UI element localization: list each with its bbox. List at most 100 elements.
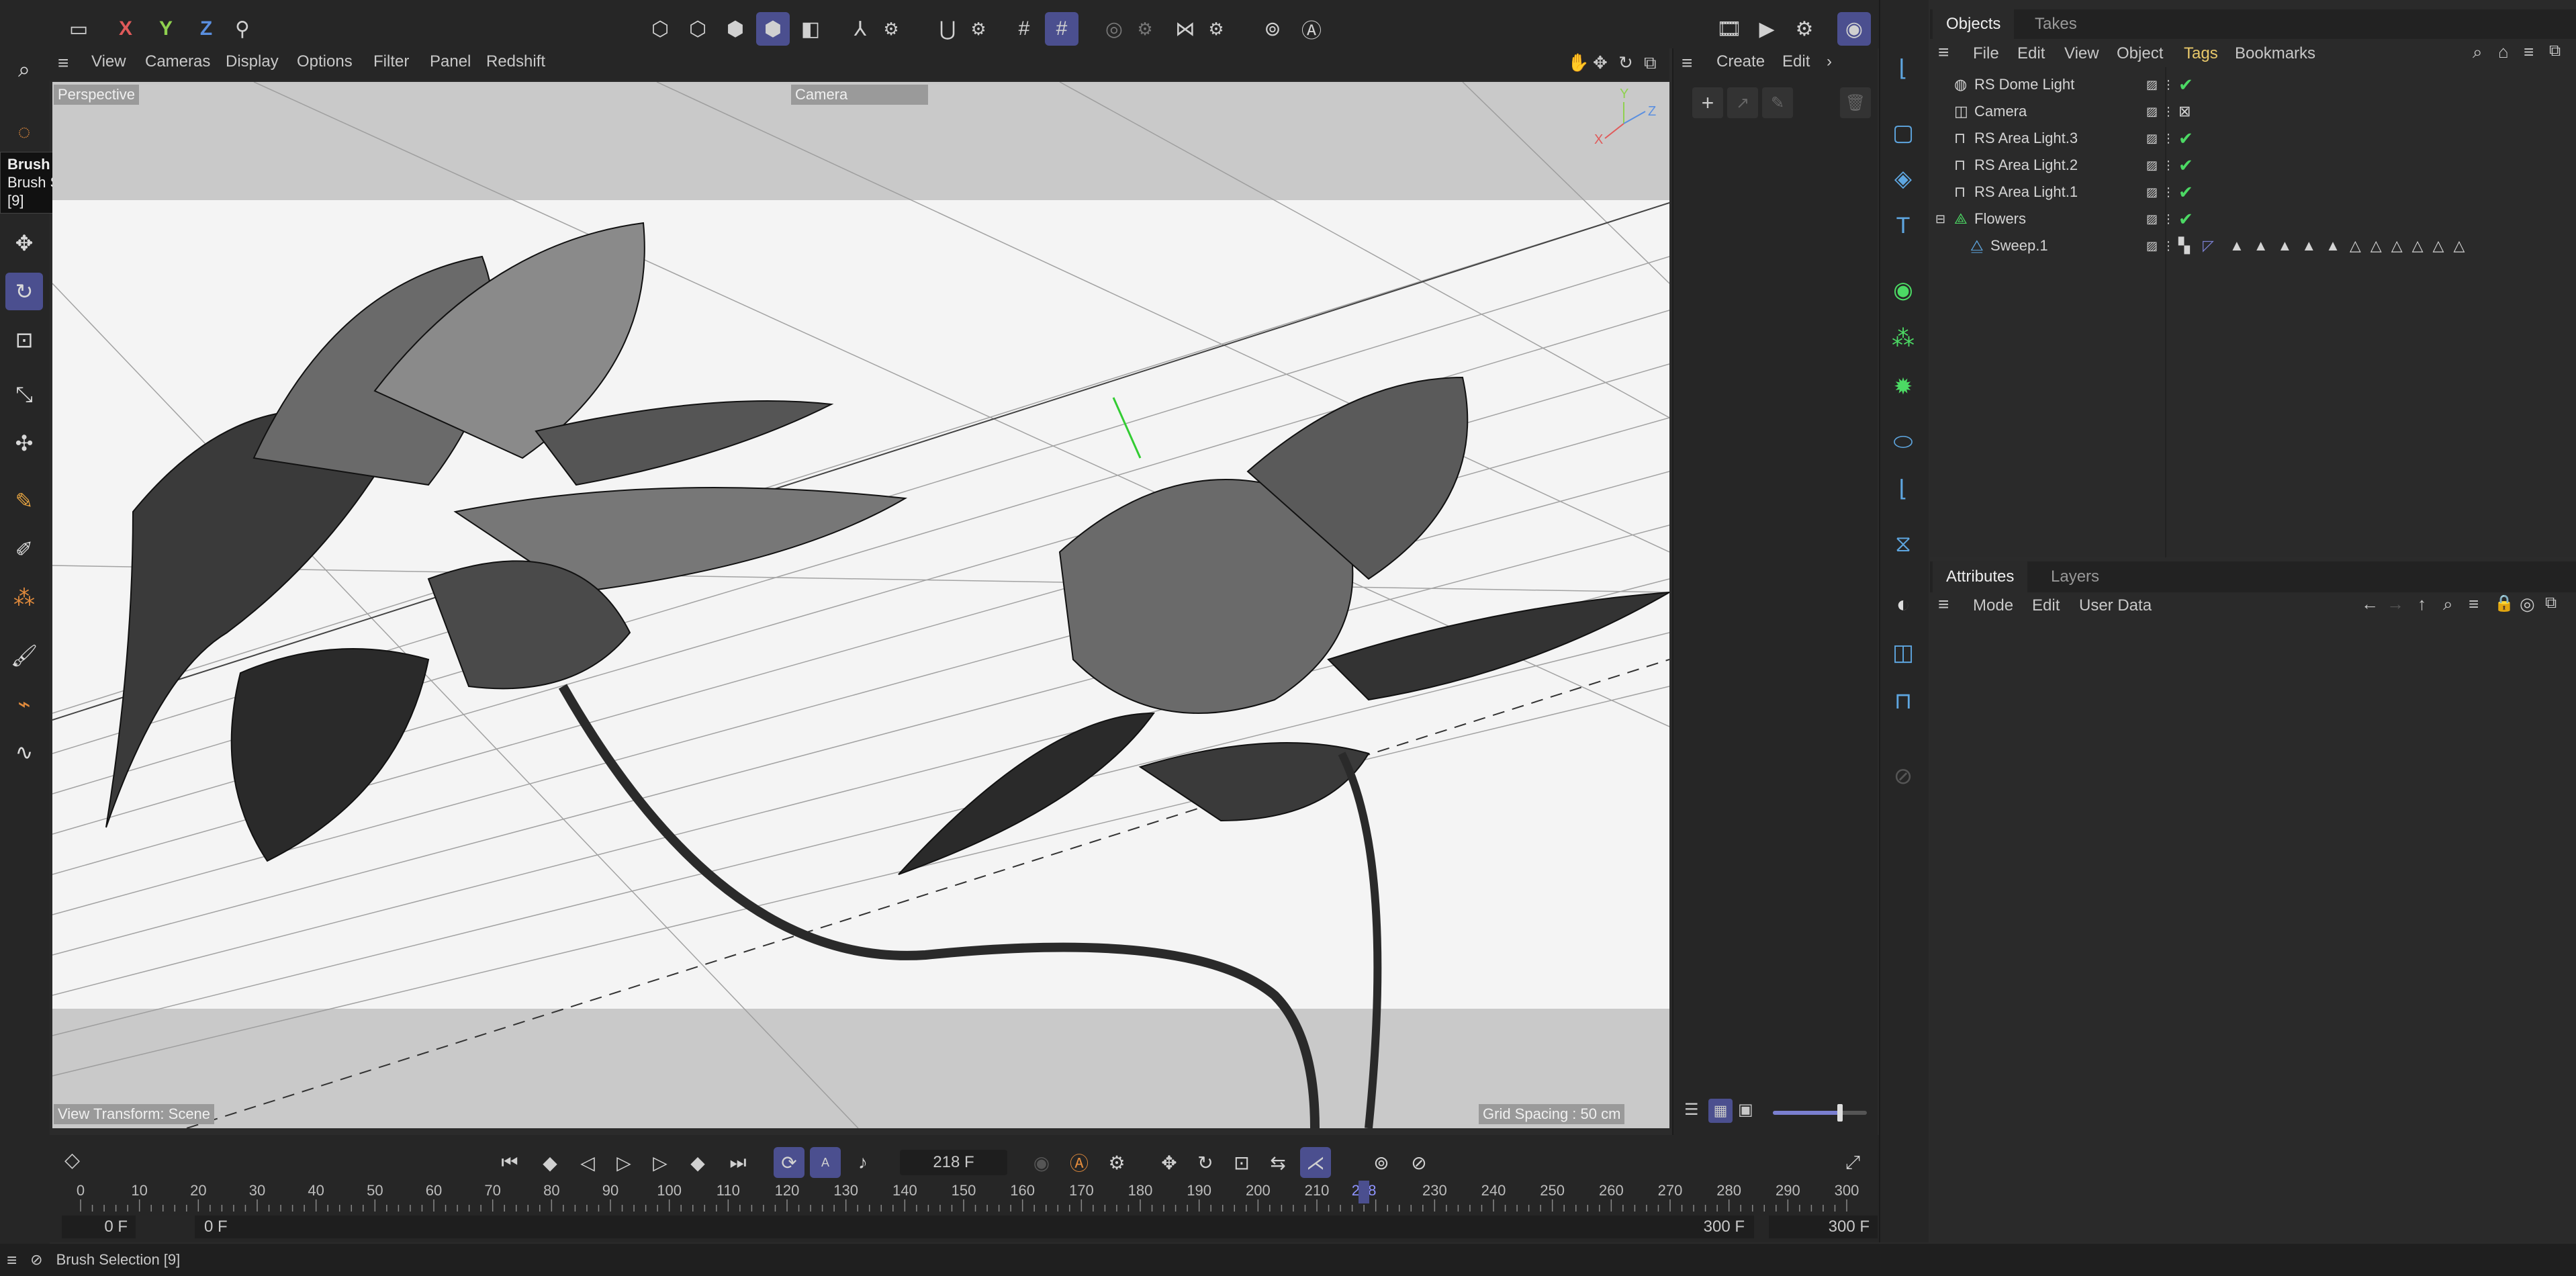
effector-icon[interactable]: ✹: [1884, 368, 1922, 406]
material-tag-icon[interactable]: ▚: [2178, 237, 2203, 255]
render-settings-icon[interactable]: ⚙: [1788, 12, 1821, 46]
key-rotation-icon[interactable]: ↻: [1190, 1147, 1221, 1178]
keyframe-icon[interactable]: ◇: [64, 1148, 80, 1172]
viewport-maximize-icon[interactable]: ⧉: [1644, 52, 1657, 74]
key-scale-icon[interactable]: ⊡: [1226, 1147, 1257, 1178]
create-hamburger-icon[interactable]: ≡: [1682, 52, 1692, 74]
workplane-icon[interactable]: #: [1007, 12, 1041, 46]
viewport-solo-icon[interactable]: ⊚: [1256, 12, 1289, 46]
enabled-check-icon[interactable]: ✔: [2178, 209, 2193, 230]
cube-outline-icon[interactable]: ▢: [1884, 114, 1922, 152]
cube-icon[interactable]: ◈: [1884, 160, 1922, 197]
spline-pen-icon[interactable]: ✎: [5, 482, 43, 520]
sound-icon[interactable]: ♪: [847, 1147, 878, 1178]
viewport-menu-panel[interactable]: Panel: [430, 52, 471, 71]
key-param-icon[interactable]: ⇆: [1262, 1147, 1293, 1178]
soft-selection-settings-icon[interactable]: ⚙: [1128, 12, 1162, 46]
object-row[interactable]: ⊓ RS Area Light.2 ▨ ⋮ ✔: [1931, 152, 2576, 179]
snap-settings-icon[interactable]: ⚙: [962, 12, 995, 46]
motion-clip-icon[interactable]: ⊘: [1404, 1147, 1434, 1178]
target-tag-icon[interactable]: ⊠: [2178, 103, 2191, 120]
icon-size-slider[interactable]: [1773, 1104, 1867, 1122]
preview-range-icon[interactable]: A: [810, 1147, 841, 1178]
add-icon[interactable]: +: [1692, 87, 1723, 118]
tab-attributes[interactable]: Attributes: [1933, 561, 2028, 592]
edit-flag-icon[interactable]: ▨: [2146, 78, 2162, 92]
edit-flag-icon[interactable]: ▨: [2146, 239, 2162, 253]
object-row[interactable]: ⊓ RS Area Light.3 ▨ ⋮ ✔: [1931, 125, 2576, 152]
motion-system-icon[interactable]: ⊚: [1366, 1147, 1397, 1178]
range-end-max-field[interactable]: 300 F: [1769, 1216, 1878, 1238]
viewport-menu-redshift[interactable]: Redshift: [486, 52, 545, 71]
objects-menu-edit[interactable]: Edit: [2017, 44, 2045, 63]
viewport[interactable]: X Y Z Perspective Camera View Transform:…: [52, 82, 1669, 1128]
uv-mode-icon[interactable]: ◧: [794, 12, 827, 46]
create-menu[interactable]: Create: [1716, 52, 1765, 71]
object-row[interactable]: ⊓ RS Area Light.1 ▨ ⋮ ✔: [1931, 179, 2576, 206]
light-object-icon[interactable]: ⊓: [1884, 682, 1922, 720]
rotate-tool-icon[interactable]: ↻: [5, 273, 43, 310]
range-start-min-field[interactable]: 0 F: [62, 1216, 136, 1238]
render-region-icon[interactable]: 🎞: [1712, 12, 1746, 46]
play-icon[interactable]: ▷: [608, 1147, 639, 1178]
move-tool-icon[interactable]: ✥: [5, 224, 43, 262]
pivot-tool-icon[interactable]: ✣: [5, 424, 43, 462]
snap-icon[interactable]: ⋃: [931, 12, 964, 46]
layout-icon[interactable]: ▭: [62, 12, 95, 46]
viewport-menu-display[interactable]: Display: [226, 52, 279, 71]
axis-x-lock[interactable]: X: [109, 12, 142, 46]
attributes-search-icon[interactable]: ⌕: [2443, 594, 2453, 615]
go-to-start-icon[interactable]: ⏮: [494, 1147, 525, 1178]
forward-arrow-icon[interactable]: →: [2387, 594, 2404, 614]
soft-selection-icon[interactable]: ◎: [1097, 12, 1131, 46]
live-selection-icon[interactable]: ◌: [5, 113, 43, 150]
trash-icon[interactable]: 🗑: [1840, 87, 1871, 118]
loop-icon[interactable]: ⟳: [774, 1147, 804, 1178]
brush-icon[interactable]: 🖌: [5, 637, 43, 674]
pencil-icon[interactable]: ✎: [1762, 87, 1793, 118]
symmetry-settings-icon[interactable]: ⚙: [1199, 12, 1233, 46]
field-icon[interactable]: ⌊: [1884, 470, 1922, 508]
record-icon[interactable]: ◉: [1026, 1147, 1057, 1178]
search-icon[interactable]: ⌕: [5, 51, 43, 89]
key-position-icon[interactable]: ✥: [1154, 1147, 1185, 1178]
go-to-end-icon[interactable]: ⏭: [723, 1147, 753, 1178]
viewport-nav-rotate-icon[interactable]: ↻: [1618, 52, 1633, 73]
generator-icon[interactable]: ◉: [1884, 271, 1922, 309]
magnet-icon[interactable]: ∿: [5, 733, 43, 771]
key-pla-icon[interactable]: ⋌: [1300, 1147, 1331, 1178]
enabled-check-icon[interactable]: ✔: [2178, 128, 2193, 149]
auto-keying-icon[interactable]: Ⓐ: [1295, 12, 1328, 46]
icon-size-slider-handle[interactable]: [1837, 1104, 1843, 1122]
viewport-menu-options[interactable]: Options: [297, 52, 353, 71]
knife-icon[interactable]: ⌁: [5, 685, 43, 723]
prev-frame-icon[interactable]: ◁: [572, 1147, 603, 1178]
object-row[interactable]: ⊟ ⟁ Flowers ▨ ⋮ ✔: [1931, 206, 2576, 232]
edit-flag-icon[interactable]: ▨: [2146, 212, 2162, 226]
tab-objects[interactable]: Objects: [1933, 9, 2015, 39]
objects-menu-bookmarks[interactable]: Bookmarks: [2235, 44, 2315, 63]
viewport-menu-filter[interactable]: Filter: [373, 52, 409, 71]
cubes-icon[interactable]: ⁂: [5, 579, 43, 617]
edges-mode-icon[interactable]: ⬡: [681, 12, 715, 46]
attributes-filter-icon[interactable]: ≡: [2469, 594, 2479, 614]
objects-menu-tags[interactable]: Tags: [2184, 44, 2218, 63]
polygons-mode-icon[interactable]: ⬢: [719, 12, 752, 46]
enabled-check-icon[interactable]: ✔: [2178, 182, 2193, 203]
viewport-menu-cameras[interactable]: Cameras: [145, 52, 210, 71]
edit-menu[interactable]: Edit: [1782, 52, 1810, 71]
back-arrow-icon[interactable]: ←: [2361, 594, 2379, 614]
viewport-menu-view[interactable]: View: [91, 52, 126, 71]
environment-icon[interactable]: ◐: [1884, 586, 1922, 623]
up-arrow-icon[interactable]: ↑: [2418, 594, 2426, 614]
chevron-right-icon[interactable]: ›: [1827, 52, 1832, 71]
edit-flag-icon[interactable]: ▨: [2146, 105, 2162, 119]
scene-icon[interactable]: ⧖: [1884, 525, 1922, 563]
objects-filter-icon[interactable]: ≡: [2524, 42, 2534, 62]
lock-icon[interactable]: 🔒: [2494, 594, 2514, 613]
attributes-menu-edit[interactable]: Edit: [2032, 596, 2060, 615]
transform-tool-icon[interactable]: ⤡: [5, 376, 43, 414]
axis-z-lock[interactable]: Z: [189, 12, 223, 46]
disabled-tool-icon[interactable]: ⊘: [1884, 758, 1922, 795]
timeline-playhead[interactable]: [1359, 1181, 1370, 1203]
